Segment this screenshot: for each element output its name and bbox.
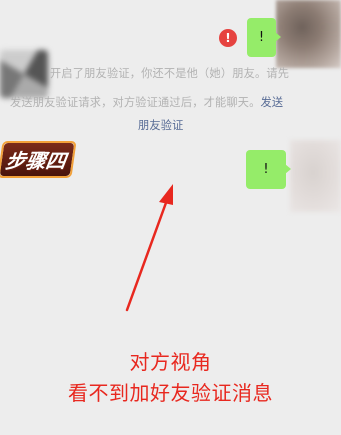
my-avatar[interactable] <box>276 0 341 68</box>
send-verification-link[interactable]: 发送 <box>261 96 284 109</box>
friend-verification-link[interactable]: 朋友验证 <box>138 117 184 133</box>
message-text: ! <box>263 162 269 177</box>
annotation-caption-line2: 看不到加好友验证消息 <box>68 381 273 405</box>
system-notice-line2-text: 发送朋友验证请求，对方验证通过后，才能聊天。 <box>10 96 261 109</box>
sent-message-bubble[interactable]: ! <box>246 150 291 189</box>
system-notice-line1: 开启了朋友验证，你还不是他（她）朋友。请先 <box>50 67 290 80</box>
system-notice-line2: 发送朋友验证请求，对方验证通过后，才能聊天。发送 <box>10 94 283 110</box>
send-failed-icon[interactable]: ! <box>219 29 237 47</box>
my-avatar[interactable] <box>290 140 341 212</box>
step-label: 步骤四 <box>0 143 75 176</box>
message-text: ! <box>258 30 265 45</box>
annotation-arrow <box>125 184 173 312</box>
annotation-caption-line1: 对方视角 <box>129 350 212 374</box>
sent-message-bubble[interactable]: ! <box>247 18 281 57</box>
friend-avatar[interactable] <box>0 50 48 98</box>
